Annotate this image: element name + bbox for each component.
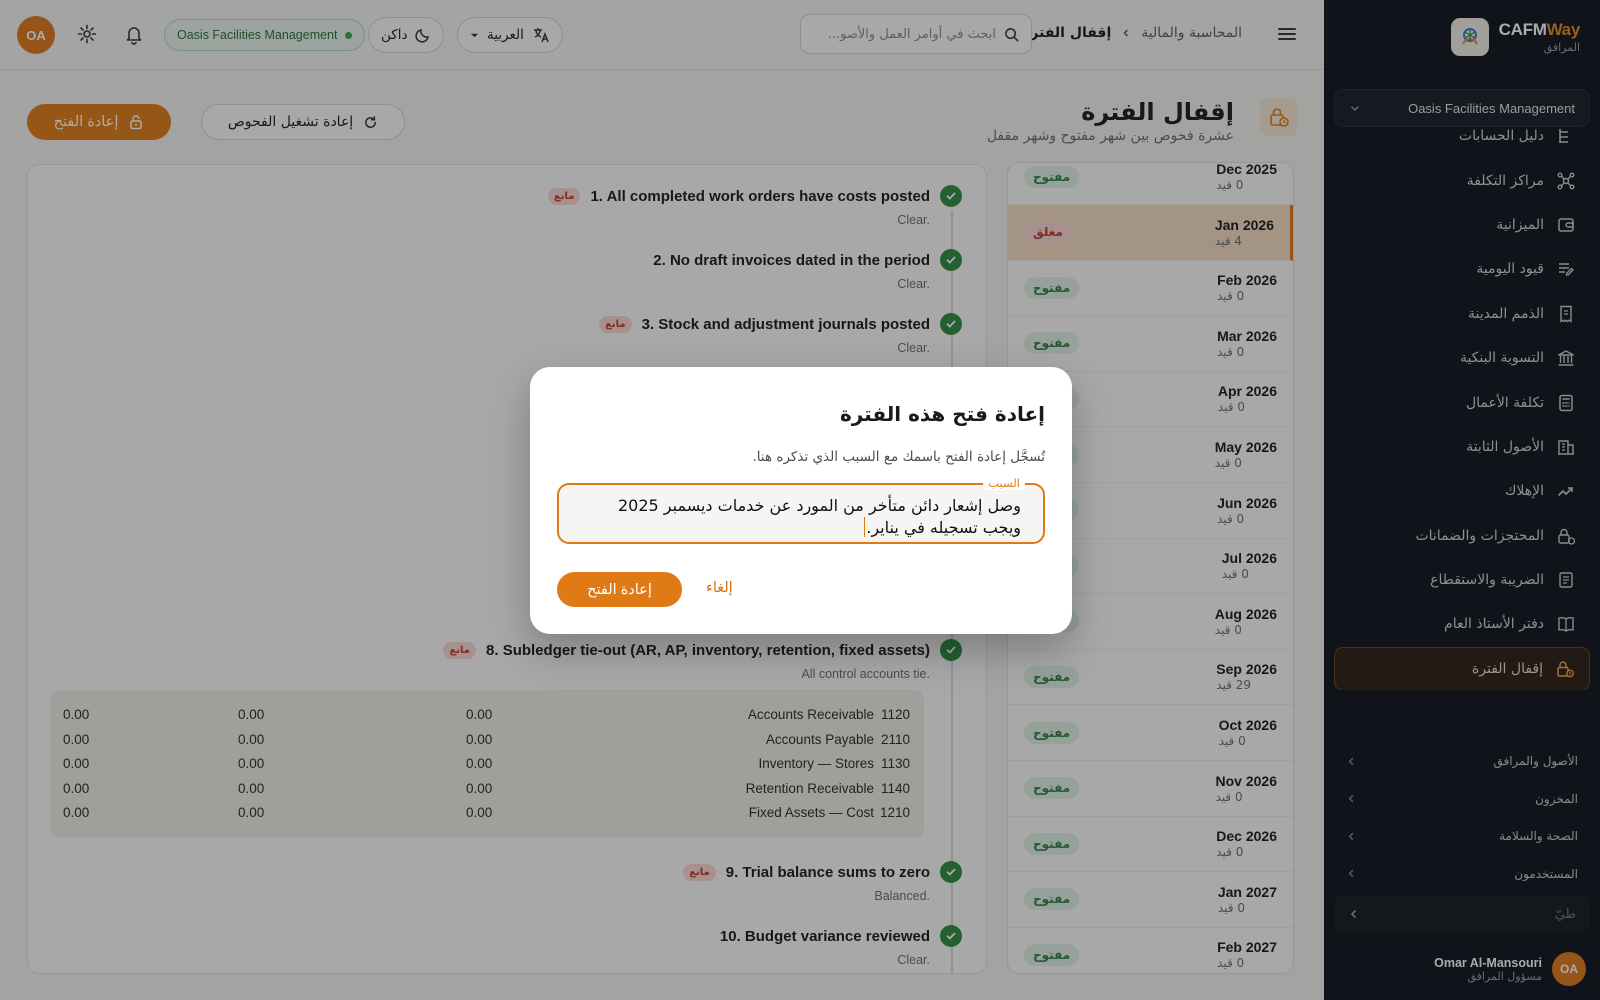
reason-field[interactable]: السبب وصل إشعار دائن متأخر من المورد عن … [557,476,1045,544]
dialog-title: إعادة فتح هذه الفترة [839,402,1045,426]
confirm-reopen-button[interactable]: إعادة الفتح [557,572,682,607]
reason-input[interactable]: وصل إشعار دائن متأخر من المورد عن خدمات … [581,495,1021,539]
cancel-button[interactable]: إلغاء [706,580,733,596]
reason-label: السبب [983,476,1025,490]
dialog-description: تُسجَّل إعادة الفتح باسمك مع السبب الذي … [752,449,1045,465]
reopen-period-dialog: إعادة فتح هذه الفترة تُسجَّل إعادة الفتح… [530,367,1072,634]
